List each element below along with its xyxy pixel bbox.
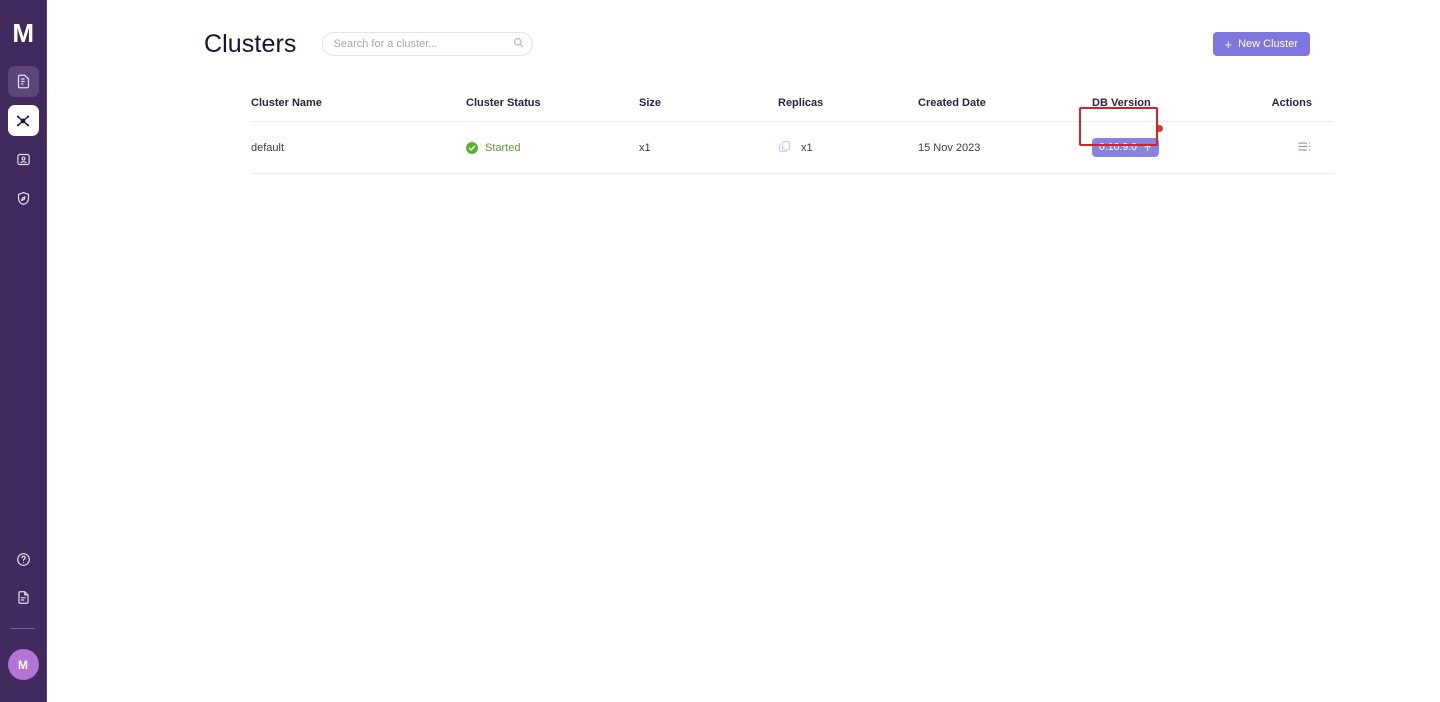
sidebar: M M <box>0 0 47 702</box>
document-icon <box>16 590 31 605</box>
db-version-badge[interactable]: 0.10.9.0 <box>1092 125 1163 157</box>
update-notification-dot <box>1155 125 1163 132</box>
avatar[interactable]: M <box>7 649 39 680</box>
app-logo[interactable]: M <box>6 16 40 50</box>
check-circle-icon <box>466 141 478 154</box>
cell-db-version: 0.10.9.0 <box>1079 107 1264 174</box>
cell-size: x1 <box>639 121 778 174</box>
cluster-nodes-icon <box>15 113 31 129</box>
database-document-icon <box>16 74 31 89</box>
column-header-size[interactable]: Size <box>639 97 778 122</box>
upgrade-arrow-icon <box>1143 143 1152 152</box>
page-header: Clusters + New Cluster <box>47 0 1440 70</box>
sidebar-divider <box>11 628 35 629</box>
status-badge: Started <box>485 141 521 154</box>
sidebar-item-connections[interactable] <box>8 144 39 175</box>
column-header-created-date[interactable]: Created Date <box>918 97 1092 122</box>
page-title: Clusters <box>204 29 297 58</box>
shield-compass-icon <box>16 191 31 206</box>
sidebar-bottom-nav: M <box>0 546 46 702</box>
cell-actions <box>1264 121 1334 174</box>
clusters-table-container: Cluster Name Cluster Status Size Replica… <box>47 97 1440 174</box>
clusters-table: Cluster Name Cluster Status Size Replica… <box>251 97 1334 174</box>
app-root: M M Clusters Search for a cluster... + N… <box>0 0 1440 702</box>
replica-copy-icon <box>778 140 791 156</box>
column-header-db-version[interactable]: DB Version <box>1092 97 1264 122</box>
cell-replicas: x1 <box>778 121 918 174</box>
column-header-cluster-status[interactable]: Cluster Status <box>466 97 639 122</box>
cell-cluster-status: Started <box>466 121 639 174</box>
cell-cluster-name: default <box>251 121 466 174</box>
table-row[interactable]: default Started x1 x1 15 Nov 2023 0.10.9… <box>251 107 1334 174</box>
new-cluster-button-label: New Cluster <box>1238 37 1298 50</box>
sidebar-item-shell[interactable] <box>7 66 39 97</box>
sidebar-item-help[interactable] <box>10 546 36 572</box>
search-input[interactable] <box>321 32 533 56</box>
list-actions-icon[interactable] <box>1297 139 1312 157</box>
table-body: default Started x1 x1 15 Nov 2023 0.10.9… <box>251 107 1334 174</box>
table-header: Cluster Name Cluster Status Size Replica… <box>251 97 1334 122</box>
main-content: Clusters + New Cluster <box>47 0 1440 702</box>
id-card-icon <box>16 152 31 167</box>
column-header-replicas[interactable]: Replicas <box>778 97 918 122</box>
sidebar-item-docs[interactable] <box>10 584 36 610</box>
column-header-cluster-name[interactable]: Cluster Name <box>251 97 466 122</box>
help-circle-icon <box>16 552 31 567</box>
sidebar-nav <box>0 66 46 214</box>
sidebar-item-clusters[interactable] <box>7 105 39 136</box>
sidebar-item-security[interactable] <box>8 183 39 214</box>
new-cluster-button[interactable]: + New Cluster <box>1212 32 1310 56</box>
cell-created-date: 15 Nov 2023 <box>918 121 1092 174</box>
plus-icon: + <box>1224 36 1233 52</box>
search-container <box>321 32 533 56</box>
table-header-row: Cluster Name Cluster Status Size Replica… <box>251 97 1334 122</box>
replicas-count: x1 <box>801 141 813 154</box>
db-version-label: 0.10.9.0 <box>1099 141 1137 154</box>
column-header-actions: Actions <box>1264 97 1334 122</box>
